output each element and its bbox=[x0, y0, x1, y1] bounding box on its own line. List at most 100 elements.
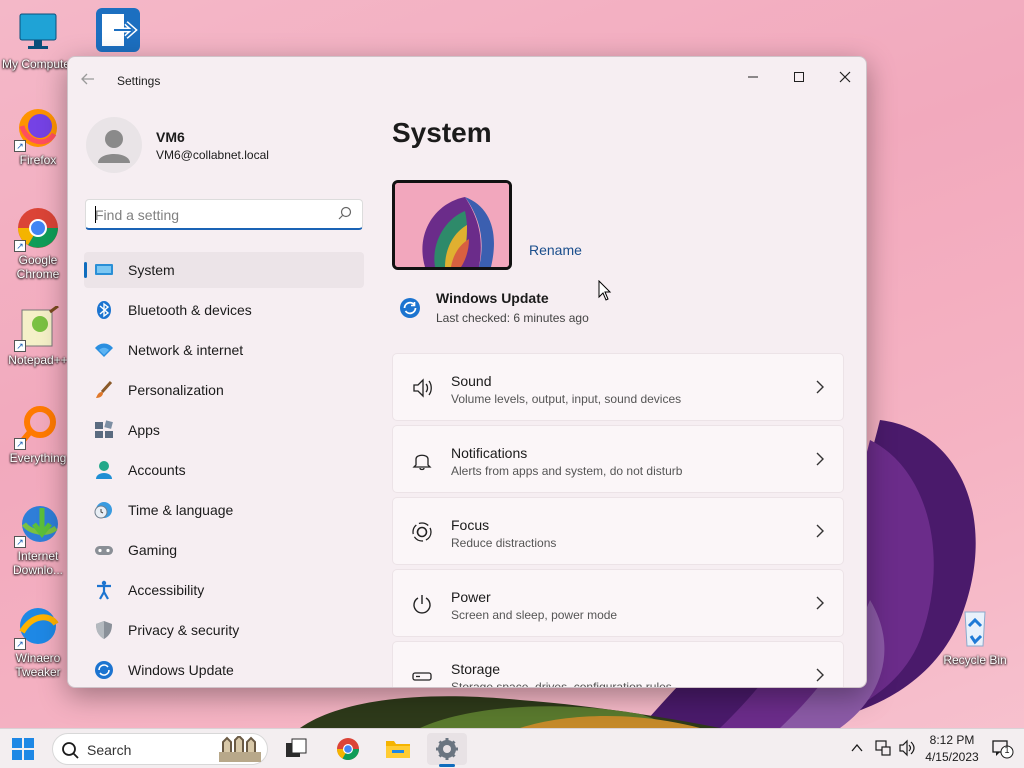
card-title: Power bbox=[451, 589, 491, 605]
sidebar-item-network[interactable]: Network & internet bbox=[84, 332, 364, 368]
globe-clock-icon bbox=[94, 500, 114, 520]
card-subtitle: Storage space, drives, configuration rul… bbox=[451, 680, 672, 688]
winaero-icon: ↗ bbox=[14, 604, 60, 650]
everything-search-icon: ↗ bbox=[14, 404, 60, 450]
sidebar-item-label: Privacy & security bbox=[128, 622, 240, 638]
back-arrow-icon[interactable] bbox=[80, 71, 100, 91]
minimize-button[interactable] bbox=[730, 61, 776, 93]
desktop-icon-idm[interactable]: ↗ Internet Downlo... bbox=[0, 502, 76, 577]
focus-icon bbox=[411, 521, 433, 543]
mouse-cursor-icon bbox=[598, 279, 612, 302]
shortcut-arrow-icon: ↗ bbox=[14, 340, 26, 352]
idm-icon: ↗ bbox=[14, 502, 60, 548]
shield-icon bbox=[94, 620, 114, 640]
volume-icon[interactable] bbox=[898, 739, 916, 762]
desktop-icon-label: Google Chrome bbox=[16, 253, 60, 281]
task-view-button[interactable] bbox=[276, 733, 316, 765]
sidebar-item-accounts[interactable]: Accounts bbox=[84, 452, 364, 488]
card-subtitle: Screen and sleep, power mode bbox=[451, 608, 618, 622]
desktop-icon-notepadpp[interactable]: ↗ Notepad++ bbox=[0, 304, 76, 367]
search-input[interactable] bbox=[95, 205, 331, 225]
system-display-icon bbox=[94, 260, 114, 280]
active-app-indicator bbox=[439, 764, 455, 767]
sidebar-item-bluetooth[interactable]: Bluetooth & devices bbox=[84, 292, 364, 328]
start-button[interactable] bbox=[3, 733, 43, 765]
shortcut-arrow-icon: ↗ bbox=[14, 140, 26, 152]
sidebar-item-system[interactable]: System bbox=[84, 252, 364, 288]
taskbar: Search 8:12 PM 4/15/2023 1 bbox=[0, 728, 1024, 768]
desktop-icon-my-computer[interactable]: My Computer bbox=[0, 10, 76, 71]
desktop-icon-everything[interactable]: ↗ Everything bbox=[0, 404, 76, 465]
network-status-icon[interactable] bbox=[874, 739, 892, 762]
shortcut-arrow-icon: ↗ bbox=[14, 438, 26, 450]
notification-center-button[interactable]: 1 bbox=[992, 739, 1014, 759]
wifi-icon bbox=[94, 340, 114, 360]
sidebar-item-personalization[interactable]: Personalization bbox=[84, 372, 364, 408]
sidebar-item-windows-update[interactable]: Windows Update bbox=[84, 652, 364, 687]
gamepad-icon bbox=[94, 540, 114, 560]
sidebar-item-label: Network & internet bbox=[128, 342, 244, 358]
card-title: Focus bbox=[451, 517, 490, 533]
avatar[interactable] bbox=[86, 117, 142, 173]
notification-count-badge: 1 bbox=[1004, 745, 1010, 755]
sidebar-item-label: Time & language bbox=[128, 502, 234, 518]
card-subtitle: Alerts from apps and system, do not dist… bbox=[451, 464, 683, 478]
storage-icon bbox=[411, 665, 433, 687]
rename-link[interactable]: Rename bbox=[529, 242, 582, 258]
bluetooth-icon bbox=[94, 300, 114, 320]
sidebar-item-accessibility[interactable]: Accessibility bbox=[84, 572, 364, 608]
desktop-icon-winaero[interactable]: ↗ Winaero Tweaker bbox=[0, 604, 76, 679]
card-focus[interactable]: Focus Reduce distractions bbox=[392, 497, 844, 565]
shortcut-arrow-icon: ↗ bbox=[14, 536, 26, 548]
clock-time[interactable]: 8:12 PM bbox=[922, 733, 982, 747]
chevron-right-icon bbox=[815, 380, 825, 394]
settings-cards: Sound Volume levels, output, input, soun… bbox=[392, 353, 844, 688]
taskbar-search[interactable]: Search bbox=[52, 733, 268, 765]
search-icon[interactable] bbox=[338, 206, 352, 220]
taskbar-file-explorer-button[interactable] bbox=[378, 733, 418, 765]
settings-window: Settings VM6 VM6@collabnet.local System … bbox=[67, 56, 867, 688]
accounts-icon bbox=[94, 460, 114, 480]
card-sound[interactable]: Sound Volume levels, output, input, soun… bbox=[392, 353, 844, 421]
firefox-icon: ↗ bbox=[14, 106, 60, 152]
page-title: System bbox=[392, 117, 492, 148]
card-title: Sound bbox=[451, 373, 492, 389]
find-setting-search[interactable] bbox=[85, 199, 363, 230]
desktop-icon-label: Firefox bbox=[19, 153, 57, 167]
sidebar-item-label: Personalization bbox=[128, 382, 224, 398]
chevron-right-icon bbox=[815, 668, 825, 682]
title-bar[interactable]: Settings bbox=[68, 57, 866, 105]
recycle-bin-icon bbox=[953, 606, 997, 650]
card-storage[interactable]: Storage Storage space, drives, configura… bbox=[392, 641, 844, 688]
taskbar-settings-button[interactable] bbox=[427, 733, 467, 767]
device-wallpaper-thumbnail bbox=[392, 180, 512, 270]
profile-name: VM6 bbox=[156, 129, 185, 145]
chevron-up-icon[interactable] bbox=[850, 741, 864, 760]
sidebar-item-privacy[interactable]: Privacy & security bbox=[84, 612, 364, 648]
chevron-right-icon bbox=[815, 524, 825, 538]
maximize-button[interactable] bbox=[776, 61, 822, 93]
close-button[interactable] bbox=[822, 61, 866, 93]
desktop-icon-recycle-bin[interactable]: Recycle Bin bbox=[937, 606, 1013, 667]
windows-update-last-checked: Last checked: 6 minutes ago bbox=[436, 311, 589, 325]
sidebar-item-time-language[interactable]: Time & language bbox=[84, 492, 364, 528]
profile-email: VM6@collabnet.local bbox=[156, 148, 269, 162]
windows-update-link[interactable]: Windows Update bbox=[436, 290, 549, 306]
accessibility-icon bbox=[94, 580, 114, 600]
sidebar-item-label: Accounts bbox=[128, 462, 186, 478]
sidebar-item-apps[interactable]: Apps bbox=[84, 412, 364, 448]
sidebar-item-label: System bbox=[128, 262, 175, 278]
sidebar-item-gaming[interactable]: Gaming bbox=[84, 532, 364, 568]
windows-update-status-icon bbox=[399, 297, 421, 319]
taskbar-chrome-button[interactable] bbox=[328, 733, 368, 765]
chevron-right-icon bbox=[815, 596, 825, 610]
desktop-icon-label: Notepad++ bbox=[8, 353, 68, 367]
desktop-icon-shortcut[interactable] bbox=[78, 8, 154, 55]
clock-date[interactable]: 4/15/2023 bbox=[922, 750, 982, 764]
shortcut-arrow-icon: ↗ bbox=[14, 638, 26, 650]
card-notifications[interactable]: Notifications Alerts from apps and syste… bbox=[392, 425, 844, 493]
desktop-icon-chrome[interactable]: ↗ Google Chrome bbox=[0, 206, 76, 281]
taskbar-search-label: Search bbox=[87, 742, 132, 758]
card-power[interactable]: Power Screen and sleep, power mode bbox=[392, 569, 844, 637]
desktop-icon-firefox[interactable]: ↗ Firefox bbox=[0, 106, 76, 167]
